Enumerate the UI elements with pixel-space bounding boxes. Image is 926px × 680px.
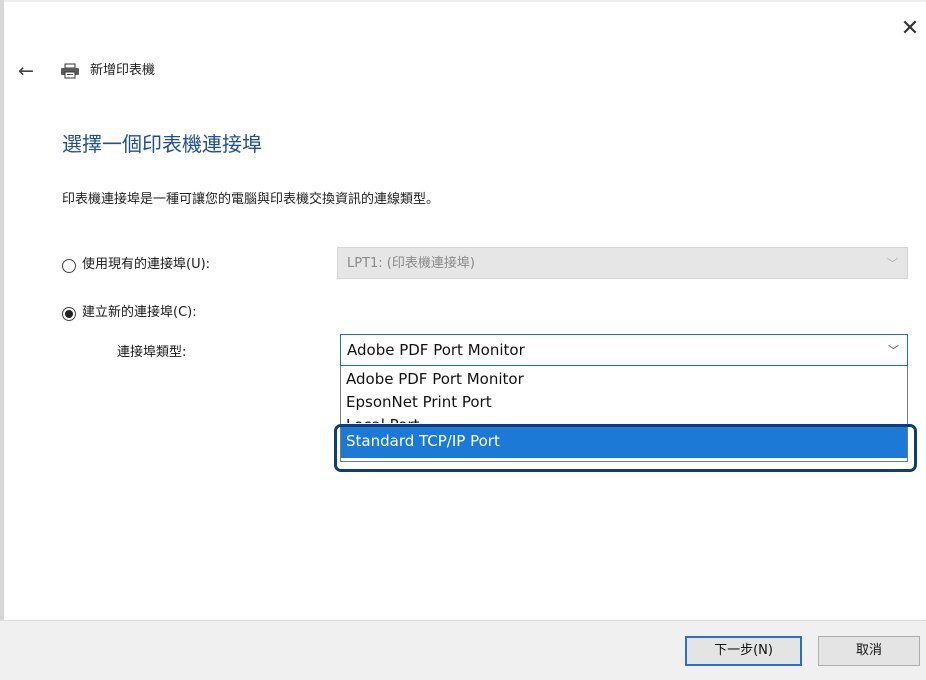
back-arrow-icon[interactable]: ←	[18, 60, 44, 82]
page-title: 選擇一個印表機連接埠	[62, 132, 262, 156]
create-new-port-label[interactable]: 建立新的連接埠(C):	[82, 303, 197, 323]
port-type-selected-value: Adobe PDF Port Monitor	[347, 341, 525, 359]
chevron-down-icon: ﹀	[887, 257, 898, 270]
chevron-down-icon[interactable]: ﹀	[888, 341, 899, 361]
use-existing-port-label[interactable]: 使用現有的連接埠(U):	[82, 255, 210, 275]
port-type-select[interactable]: Adobe PDF Port Monitor ﹀	[340, 334, 908, 366]
left-edge	[0, 0, 4, 679]
existing-port-combobox: LPT1: (印表機連接埠) ﹀	[337, 247, 908, 279]
callout-highlight-frame	[334, 424, 917, 472]
dropdown-option-local-port[interactable]: Local Port	[341, 411, 907, 423]
window-title: 新增印表機	[90, 63, 156, 78]
next-button[interactable]: 下一步(N)	[685, 636, 802, 666]
existing-port-value: LPT1: (印表機連接埠)	[347, 256, 475, 271]
top-edge	[0, 0, 926, 2]
printer-icon	[60, 63, 80, 79]
dropdown-option-adobe-pdf[interactable]: Adobe PDF Port Monitor	[341, 368, 907, 390]
close-icon[interactable]: ✕	[897, 16, 923, 42]
cancel-button[interactable]: 取消	[818, 636, 920, 666]
use-existing-port-radio[interactable]	[62, 259, 76, 273]
footer-bar: 下一步(N) 取消	[0, 620, 926, 680]
create-new-port-radio[interactable]	[62, 307, 76, 321]
dropdown-option-epsonnet[interactable]: EpsonNet Print Port	[341, 391, 907, 413]
page-description: 印表機連接埠是一種可讓您的電腦與印表機交換資訊的連線類型。	[62, 192, 440, 207]
port-type-label: 連接埠類型:	[117, 345, 187, 360]
